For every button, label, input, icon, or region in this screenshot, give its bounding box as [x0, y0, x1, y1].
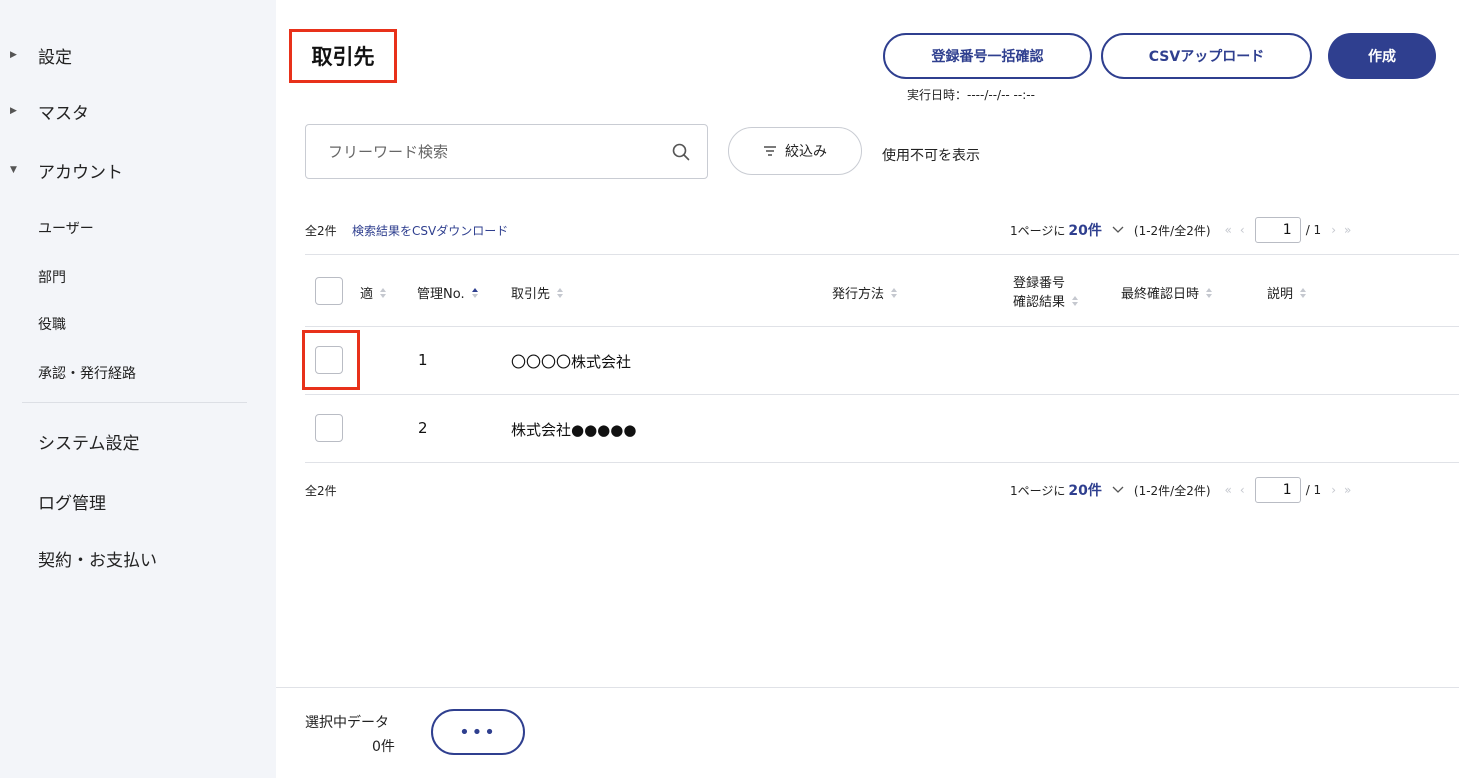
page-number-input[interactable]: [1254, 217, 1301, 243]
row-divider: [305, 394, 1459, 395]
pager-next-last-icon[interactable]: ›»: [1331, 483, 1359, 497]
caret-right-icon: ▶: [10, 106, 17, 116]
result-count-top: 全2件: [305, 224, 337, 238]
selected-data-label: 選択中データ: [305, 715, 389, 731]
sidebar-item-approval-route[interactable]: 承認・発行経路: [38, 362, 136, 384]
selected-data-count: 0件: [372, 739, 395, 755]
column-header-applicable[interactable]: 適: [360, 283, 387, 302]
sort-icon: [1300, 287, 1307, 298]
csv-upload-button[interactable]: CSVアップロード: [1101, 33, 1312, 79]
search-input[interactable]: [328, 142, 648, 161]
table-header-border: [305, 326, 1459, 327]
table-bottom-border: [305, 462, 1459, 463]
chevron-down-icon[interactable]: [1112, 483, 1124, 497]
sidebar-divider: [22, 402, 247, 403]
per-page-prefix: 1ページに: [1010, 483, 1066, 498]
pager-first-prev-icon[interactable]: «‹: [1225, 483, 1253, 497]
result-count-bottom: 全2件: [305, 484, 337, 498]
search-icon[interactable]: [671, 142, 691, 162]
row-management-no: 1: [418, 351, 428, 369]
row-checkbox[interactable]: [315, 414, 343, 442]
search-box[interactable]: [305, 124, 708, 179]
sidebar-group-master[interactable]: ▶ マスタ: [10, 98, 89, 124]
sidebar-item-users[interactable]: ユーザー: [38, 217, 94, 239]
pager-top: 1ページに 20件 (1-2件/全2件) «‹ / 1 ›»: [1010, 215, 1359, 245]
show-unusable-toggle[interactable]: 使用不可を表示: [882, 145, 980, 165]
per-page-prefix: 1ページに: [1010, 223, 1066, 238]
sidebar: ▶ 設定 ▶ マスタ ▼ アカウント ユーザー 部門 役職 承認・発行経路 シス…: [0, 0, 276, 778]
pager-total: / 1: [1305, 483, 1322, 497]
page-title: 取引先: [289, 29, 397, 83]
sort-icon: [1206, 287, 1213, 298]
footer-divider: [276, 687, 1459, 688]
sidebar-group-label: 設定: [38, 47, 72, 68]
sort-icon: [380, 287, 387, 298]
column-header-last-checked[interactable]: 最終確認日時: [1121, 283, 1213, 302]
sort-ascending-icon: [471, 287, 478, 298]
column-header-partner[interactable]: 取引先: [511, 283, 564, 302]
chevron-down-icon[interactable]: [1112, 223, 1124, 237]
select-all-checkbox[interactable]: [315, 277, 343, 305]
page-number-input[interactable]: [1254, 477, 1301, 503]
pager-range: (1-2件/全2件): [1133, 483, 1211, 498]
sidebar-group-account[interactable]: ▼ アカウント: [10, 157, 123, 183]
csv-download-link[interactable]: 検索結果をCSVダウンロード: [352, 222, 508, 239]
sort-icon: [891, 287, 898, 298]
sidebar-group-settings[interactable]: ▶ 設定: [10, 42, 72, 68]
bulk-registration-check-button[interactable]: 登録番号一括確認: [883, 33, 1092, 79]
row-partner-name[interactable]: 〇〇〇〇株式会社: [511, 351, 631, 372]
sidebar-item-system-settings[interactable]: システム設定: [38, 428, 140, 454]
column-header-management-no[interactable]: 管理No.: [417, 283, 479, 302]
table-top-border: [305, 254, 1459, 255]
sidebar-item-log-management[interactable]: ログ管理: [38, 488, 106, 514]
sidebar-group-label: アカウント: [38, 162, 123, 183]
column-header-description[interactable]: 説明: [1267, 283, 1307, 302]
column-header-registration-result[interactable]: 登録番号 確認結果: [1013, 272, 1079, 310]
exec-time: 実行日時：----/--/-- --:--: [907, 88, 1035, 102]
sidebar-item-departments[interactable]: 部門: [38, 266, 66, 288]
pager-next-last-icon[interactable]: ›»: [1331, 223, 1359, 237]
per-page-value[interactable]: 20件: [1068, 480, 1101, 500]
sort-icon: [1072, 295, 1079, 306]
sort-icon: [557, 287, 564, 298]
pager-bottom: 1ページに 20件 (1-2件/全2件) «‹ / 1 ›»: [1010, 475, 1359, 505]
filter-label: 絞込み: [785, 144, 827, 160]
sidebar-item-positions[interactable]: 役職: [38, 313, 66, 335]
sidebar-item-contract-payment[interactable]: 契約・お支払い: [38, 545, 157, 571]
per-page-value[interactable]: 20件: [1068, 220, 1101, 240]
more-actions-button[interactable]: •••: [431, 709, 525, 755]
pager-first-prev-icon[interactable]: «‹: [1225, 223, 1253, 237]
sidebar-group-label: マスタ: [38, 103, 89, 124]
row-partner-name[interactable]: 株式会社●●●●●: [511, 419, 636, 440]
create-button[interactable]: 作成: [1328, 33, 1436, 79]
pager-total: / 1: [1305, 223, 1322, 237]
caret-down-icon: ▼: [10, 165, 17, 175]
column-header-issue-method[interactable]: 発行方法: [832, 283, 898, 302]
filter-button[interactable]: 絞込み: [728, 127, 862, 175]
highlight-annotation: [302, 330, 360, 390]
pager-range: (1-2件/全2件): [1133, 223, 1211, 238]
row-management-no: 2: [418, 419, 428, 437]
caret-right-icon: ▶: [10, 50, 17, 60]
filter-icon: [764, 146, 776, 156]
